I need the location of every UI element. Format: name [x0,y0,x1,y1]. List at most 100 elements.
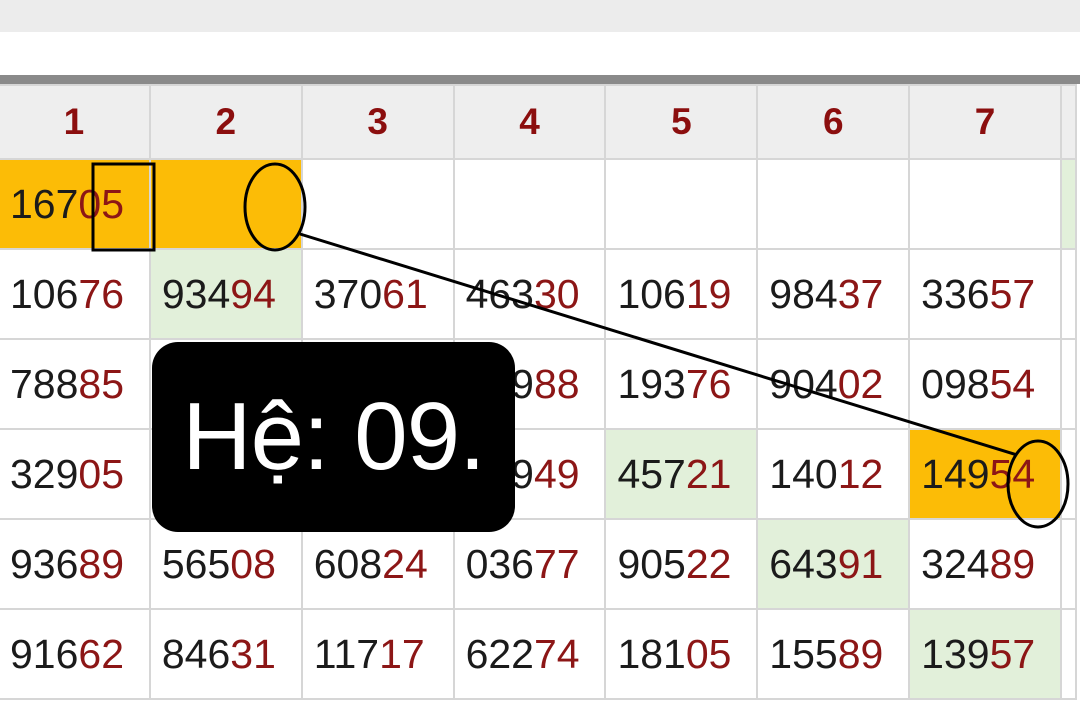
result-cell: 09854 [908,338,1063,430]
number-tail: 21 [685,450,732,497]
result-cell: 90522 [604,518,759,610]
number-head: 916 [10,630,79,677]
number-head: 622 [465,630,534,677]
result-cell: 10676 [0,248,151,340]
number-head: 905 [617,540,686,587]
result-cell [452,158,607,250]
number-head: 155 [769,630,838,677]
result-cell: 56508 [148,518,303,610]
result-cell: 32905 [0,428,151,520]
number-head: 106 [617,270,686,317]
number-tail: 89 [837,630,884,677]
number-tail: 94 [230,270,276,317]
number-head: 139 [921,630,990,677]
header-row: 1 2 3 4 5 6 7 [0,84,1077,160]
number-tail: 30 [534,270,580,317]
column-header-7: 7 [908,84,1063,160]
number-tail: 08 [230,540,276,587]
number-tail: 05 [78,180,125,227]
result-cell: 78885 [0,338,151,430]
number-tail: 74 [534,630,580,677]
result-cell [908,158,1063,250]
number-head: 934 [161,270,231,317]
number-tail: 05 [685,630,732,677]
number-tail: 85 [78,360,125,407]
number-head: 608 [313,540,383,587]
number-head: 117 [313,630,380,677]
column-header-5: 5 [604,84,759,160]
edge-cell [1060,338,1077,430]
result-cell: 93494 [148,248,303,340]
result-cell: 18105 [604,608,759,700]
table-row: 10676 93494 37061 46330 10619 98437 33657 [0,248,1077,340]
number-tail: 49 [534,450,580,497]
edge-cell [1060,248,1077,340]
number-tail: 57 [989,270,1036,317]
result-cell [300,158,455,250]
number-head: 098 [921,360,990,407]
result-cell: 14954 [908,428,1063,520]
number-head: 140 [769,450,838,497]
result-cell: 19376 [604,338,759,430]
number-tail: 76 [78,270,125,317]
number-head: 336 [921,270,990,317]
number-tail: 12 [837,450,884,497]
number-head: 181 [617,630,686,677]
result-cell: 10619 [604,248,759,340]
result-cell: 60824 [300,518,455,610]
edge-cell [1060,158,1077,250]
number-tail: 61 [382,270,428,317]
number-head: 788 [10,360,79,407]
number-tail: 31 [230,630,276,677]
result-cell: 14012 [756,428,911,520]
number-tail: 05 [78,450,125,497]
result-cell [756,158,911,250]
number-head: 463 [465,270,534,317]
number-head: 936 [10,540,79,587]
number-head: 643 [769,540,838,587]
number-tail: 54 [989,360,1036,407]
number-tail: 77 [534,540,580,587]
number-tail: 54 [989,450,1036,497]
result-cell: 84631 [148,608,303,700]
result-cell: 37061 [300,248,455,340]
column-header-2: 2 [148,84,303,160]
result-cell: 46330 [452,248,607,340]
top-bar [0,0,1080,32]
result-cell: 62274 [452,608,607,700]
number-head: 846 [161,630,231,677]
table-row: 16705 [0,158,1077,250]
number-tail: 02 [837,360,884,407]
result-cell: 15589 [756,608,911,700]
system-badge: Hệ: 09. [152,342,515,532]
column-header-6: 6 [756,84,911,160]
number-head: 193 [617,360,686,407]
number-head: 370 [313,270,383,317]
result-cell [148,158,303,250]
result-cell: 93689 [0,518,151,610]
result-cell: 64391 [756,518,911,610]
number-head: 106 [10,270,79,317]
result-cell: 13957 [908,608,1063,700]
result-cell: 11717 [300,608,455,700]
result-cell: 98437 [756,248,911,340]
number-tail: 24 [382,540,428,587]
result-cell: 91662 [0,608,151,700]
number-head: 149 [921,450,990,497]
column-header-edge [1060,84,1077,160]
result-cell: 33657 [908,248,1063,340]
column-header-4: 4 [452,84,607,160]
number-tail: 62 [78,630,125,677]
number-tail: 17 [379,630,425,677]
edge-cell [1060,518,1077,610]
number-tail: 88 [534,360,580,407]
result-cell: 16705 [0,158,151,250]
number-head: 036 [465,540,534,587]
number-head: 904 [769,360,838,407]
number-tail: 57 [989,630,1036,677]
number-head: 167 [10,180,79,227]
number-tail: 19 [685,270,732,317]
table-row: 91662 84631 11717 62274 18105 15589 13957 [0,608,1077,700]
number-tail: 76 [685,360,732,407]
number-tail: 91 [837,540,884,587]
